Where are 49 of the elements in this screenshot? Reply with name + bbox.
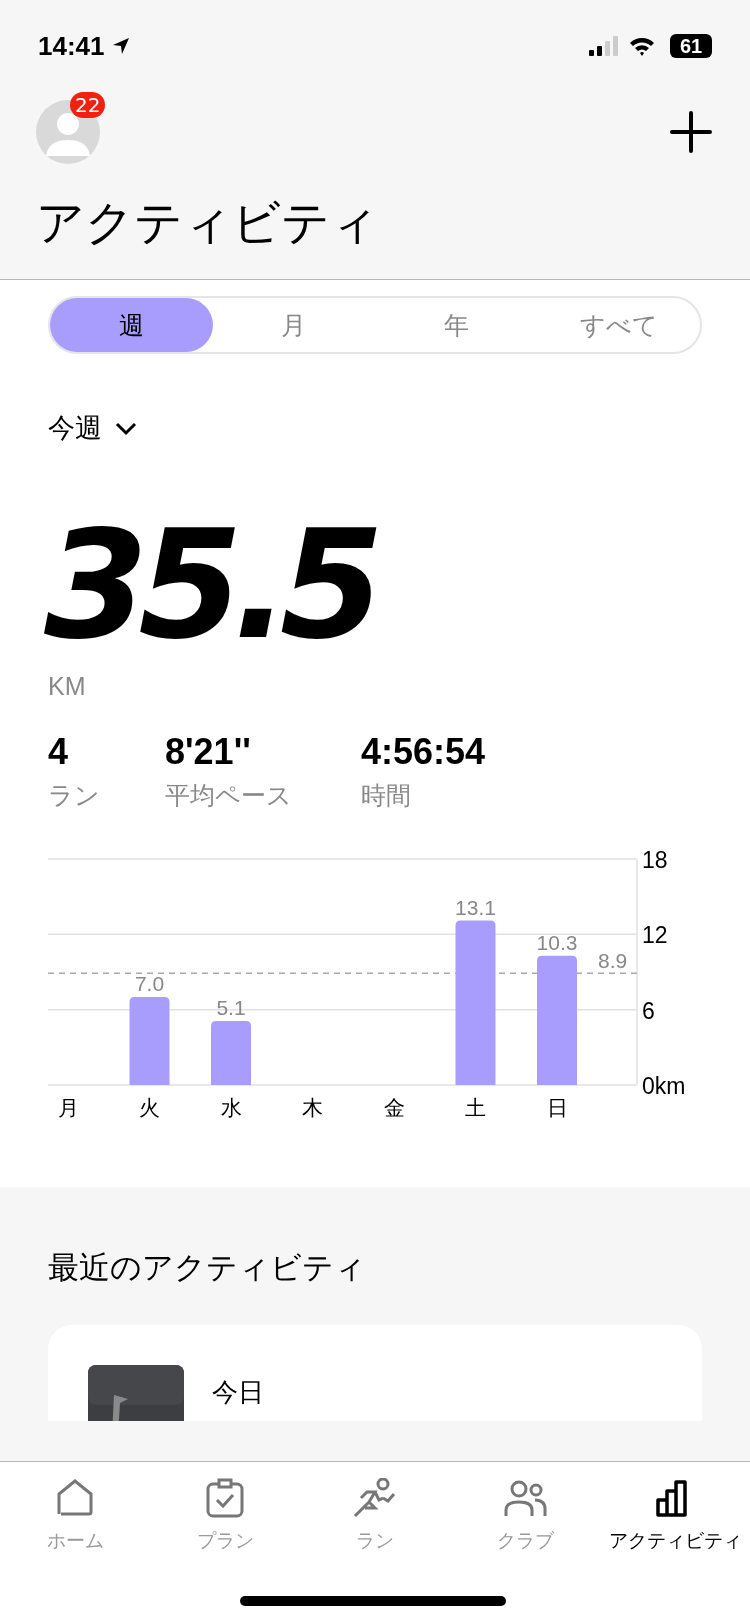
period-tab[interactable]: 月 <box>212 298 375 352</box>
x-axis-label: 金 <box>383 1096 405 1119</box>
bar-value-label: 7.0 <box>134 972 165 996</box>
page-title: アクティビティ <box>36 193 380 252</box>
period-tab[interactable]: 年 <box>375 298 538 352</box>
clipboard-check-icon <box>205 1478 245 1518</box>
nav-tab[interactable]: プラン <box>150 1478 300 1554</box>
y-axis-label: 18 <box>642 847 668 873</box>
home-icon <box>55 1478 95 1518</box>
total-distance: 35.5 <box>44 510 376 660</box>
period-tab[interactable]: すべて <box>537 298 700 352</box>
y-axis-label: 0km <box>642 1073 686 1099</box>
chart-bar <box>211 1020 251 1085</box>
stat-label: 平均ペース <box>165 780 293 812</box>
status-time: 14:41 <box>38 30 105 62</box>
stat-value: 4 <box>48 731 70 773</box>
x-axis-label: 日 <box>546 1096 568 1119</box>
period-tab[interactable]: 週 <box>50 298 213 352</box>
people-icon <box>503 1478 547 1518</box>
stat-value: 4:56:54 <box>361 731 486 773</box>
x-axis-label: 木 <box>302 1096 323 1119</box>
runner-icon <box>353 1478 397 1518</box>
x-axis-label: 土 <box>465 1096 486 1119</box>
distance-unit: KM <box>48 672 87 701</box>
nav-tab[interactable]: アクティビティ <box>600 1478 750 1554</box>
bar-value-label: 10.3 <box>536 930 578 954</box>
notification-badge: 22 <box>70 92 106 118</box>
x-axis-label: 火 <box>139 1096 160 1119</box>
section-title: 最近のアクティビティ <box>48 1248 367 1287</box>
y-axis-label: 12 <box>642 922 668 949</box>
y-axis-label: 6 <box>642 997 655 1024</box>
battery-indicator: 61 <box>670 34 712 58</box>
activity-date: 今日 <box>212 1376 264 1409</box>
nav-tab[interactable]: ラン <box>300 1478 450 1554</box>
stat-value: 8'21'' <box>165 731 252 773</box>
add-icon[interactable] <box>670 111 712 153</box>
wifi-icon <box>628 35 656 57</box>
stat-label: 時間 <box>361 780 412 812</box>
activity-card[interactable]: 今日 <box>48 1325 702 1421</box>
nav-tab[interactable]: クラブ <box>450 1478 600 1554</box>
x-axis-label: 水 <box>220 1096 242 1119</box>
x-axis-label: 月 <box>57 1096 79 1119</box>
chevron-down-icon[interactable] <box>114 420 138 436</box>
period-dropdown[interactable]: 今週 <box>48 410 102 446</box>
average-label: 8.9 <box>598 949 628 973</box>
bar-value-label: 5.1 <box>216 995 246 1019</box>
nav-tab[interactable]: ホーム <box>0 1478 150 1554</box>
bar-value-label: 13.1 <box>455 895 496 919</box>
stat-label: ラン <box>48 780 101 812</box>
